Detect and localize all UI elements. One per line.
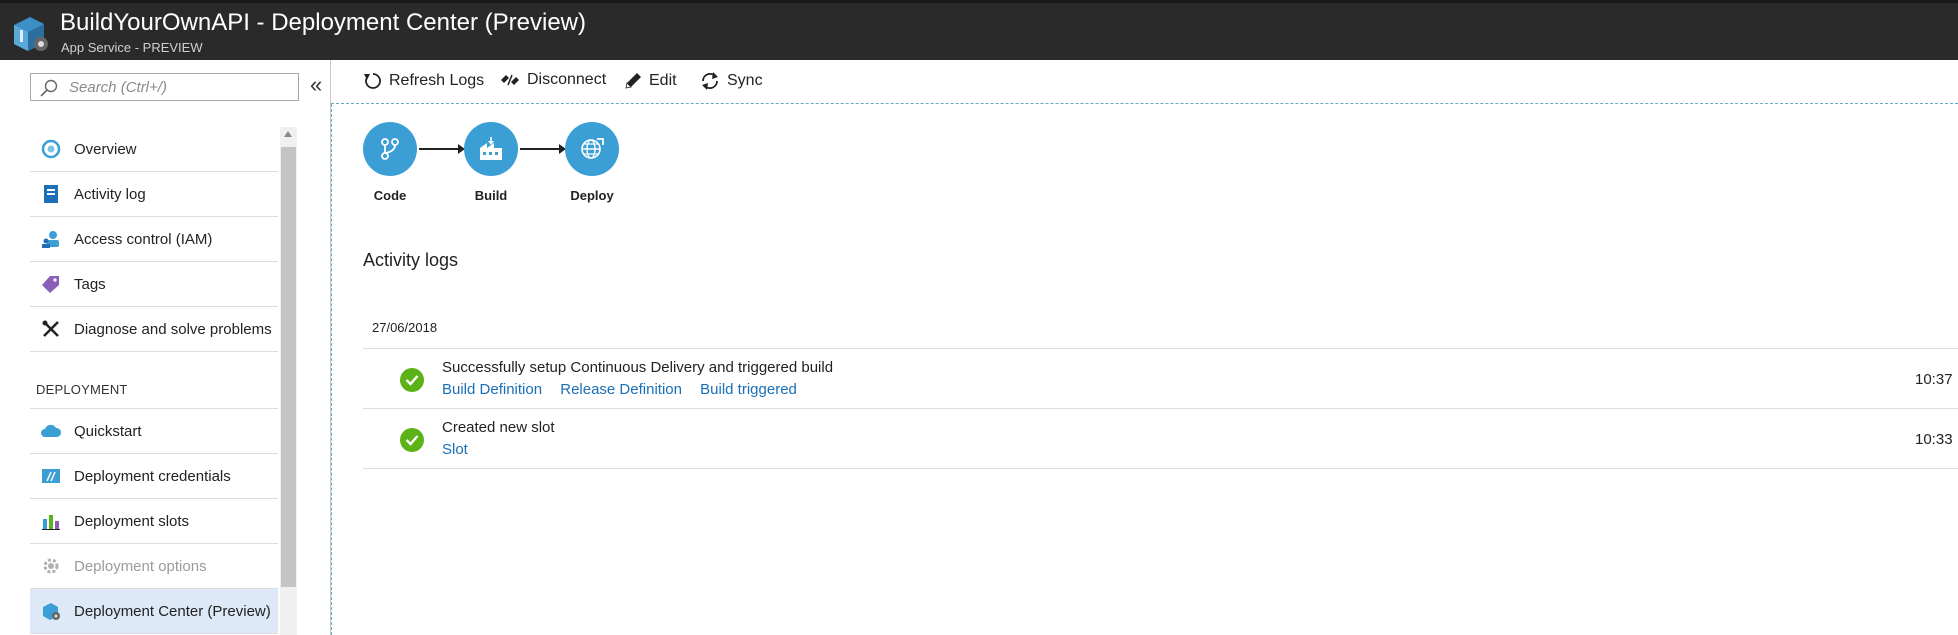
collapse-sidebar-button[interactable]: «: [310, 72, 322, 98]
pipeline-arrow: [520, 144, 566, 154]
sidebar-item-label: Access control (IAM): [74, 230, 213, 248]
pipeline-step-deploy[interactable]: Deploy: [565, 122, 619, 203]
sidebar-item-label: Overview: [74, 140, 137, 158]
disconnect-button[interactable]: Disconnect: [499, 71, 606, 89]
sidebar-item-label: Tags: [74, 275, 106, 293]
success-check-icon: [400, 428, 424, 452]
sidebar-item-access-control[interactable]: Access control (IAM): [30, 217, 278, 262]
sidebar-item-deployment-center[interactable]: Deployment Center (Preview): [30, 589, 278, 634]
factory-icon: [464, 122, 518, 176]
window-title: BuildYourOwnAPI - Deployment Center (Pre…: [60, 9, 586, 36]
tag-icon: [40, 273, 62, 295]
sidebar-item-label: Deployment options: [74, 557, 207, 575]
activity-log-icon: [40, 183, 62, 205]
app-service-icon: [10, 13, 50, 53]
sync-icon: [702, 72, 718, 90]
pipeline-step-code[interactable]: Code: [363, 122, 417, 203]
section-label: DEPLOYMENT: [36, 382, 128, 397]
sidebar-item-diagnose[interactable]: Diagnose and solve problems: [30, 307, 278, 352]
tools-icon: [40, 318, 62, 340]
refresh-icon: [364, 73, 381, 89]
log-time: 10:33: [1915, 431, 1953, 448]
search-input[interactable]: Search (Ctrl+/): [30, 73, 299, 101]
sidebar-scrollbar[interactable]: [280, 127, 297, 635]
sidebar-item-label: Deployment slots: [74, 512, 190, 530]
overview-icon: [40, 138, 62, 160]
edit-label: Edit: [649, 72, 677, 89]
sidebar-item-quickstart[interactable]: Quickstart: [30, 409, 278, 454]
log-date: 27/06/2018: [372, 320, 438, 335]
disconnect-icon: [501, 74, 519, 86]
log-links: Slot: [442, 441, 482, 458]
scrollbar-thumb[interactable]: [281, 147, 296, 587]
success-check-icon: [400, 368, 424, 392]
sidebar-item-label: Quickstart: [74, 422, 142, 440]
sidebar-item-overview[interactable]: Overview: [30, 127, 278, 172]
search-placeholder: Search (Ctrl+/): [69, 79, 167, 96]
command-bar: Refresh Logs Disconnect Edit Sync: [331, 60, 1958, 104]
sidebar-item-tags[interactable]: Tags: [30, 262, 278, 307]
disconnect-label: Disconnect: [527, 71, 607, 88]
search-icon: [40, 79, 58, 97]
globe-icon: [565, 122, 619, 176]
section-header-deployment: DEPLOYMENT: [30, 352, 278, 409]
pipeline-step-build[interactable]: Build: [464, 122, 518, 203]
sidebar-item-label: Deployment credentials: [74, 467, 231, 485]
sidebar-item-deployment-options[interactable]: Deployment options: [30, 544, 278, 589]
refresh-logs-label: Refresh Logs: [389, 72, 485, 89]
log-entry: Successfully setup Continuous Delivery a…: [363, 349, 1958, 409]
title-bar: BuildYourOwnAPI - Deployment Center (Pre…: [0, 0, 1958, 60]
content-border: [331, 104, 332, 635]
pipeline-step-label: Build: [474, 188, 508, 203]
access-control-icon: [40, 228, 62, 250]
log-entry: Created new slot Slot 10:33: [363, 409, 1958, 469]
pencil-icon: [625, 73, 641, 89]
sync-button[interactable]: Sync: [699, 71, 763, 91]
slot-link[interactable]: Slot: [442, 441, 468, 458]
slots-icon: [40, 510, 62, 532]
sidebar-item-label: Activity log: [74, 185, 146, 203]
log-message: Created new slot: [442, 419, 555, 436]
deployment-center-icon: [40, 600, 62, 622]
branch-icon: [363, 122, 417, 176]
refresh-logs-button[interactable]: Refresh Logs: [363, 71, 484, 91]
sidebar-item-label: Deployment Center (Preview): [74, 602, 271, 620]
log-links: Build Definition Release Definition Buil…: [442, 381, 811, 398]
cloud-icon: [40, 420, 62, 442]
pipeline-arrow: [419, 144, 465, 154]
sidebar-nav: Overview Activity log Access control (IA…: [30, 127, 278, 634]
edit-button[interactable]: Edit: [623, 71, 677, 91]
log-date-header: 27/06/2018: [363, 305, 1958, 349]
pipeline-step-label: Code: [373, 188, 407, 203]
gear-icon: [40, 555, 62, 577]
sidebar-item-deployment-slots[interactable]: Deployment slots: [30, 499, 278, 544]
sidebar: Search (Ctrl+/) « Overview Activity log …: [0, 60, 331, 635]
scroll-up-arrow-icon[interactable]: [284, 131, 292, 137]
build-definition-link[interactable]: Build Definition: [442, 381, 542, 398]
pipeline-step-label: Deploy: [570, 188, 614, 203]
sidebar-item-activity-log[interactable]: Activity log: [30, 172, 278, 217]
window-subtitle: App Service - PREVIEW: [61, 40, 203, 55]
log-time: 10:37: [1915, 371, 1953, 388]
main-content: Refresh Logs Disconnect Edit Sync Code B…: [331, 60, 1958, 635]
credentials-icon: [40, 465, 62, 487]
activity-logs-title: Activity logs: [363, 250, 459, 270]
sync-label: Sync: [727, 72, 763, 89]
sidebar-item-label: Diagnose and solve problems: [74, 320, 272, 338]
build-triggered-link[interactable]: Build triggered: [700, 381, 797, 398]
log-message: Successfully setup Continuous Delivery a…: [442, 359, 834, 376]
release-definition-link[interactable]: Release Definition: [560, 381, 682, 398]
sidebar-item-deployment-credentials[interactable]: Deployment credentials: [30, 454, 278, 499]
